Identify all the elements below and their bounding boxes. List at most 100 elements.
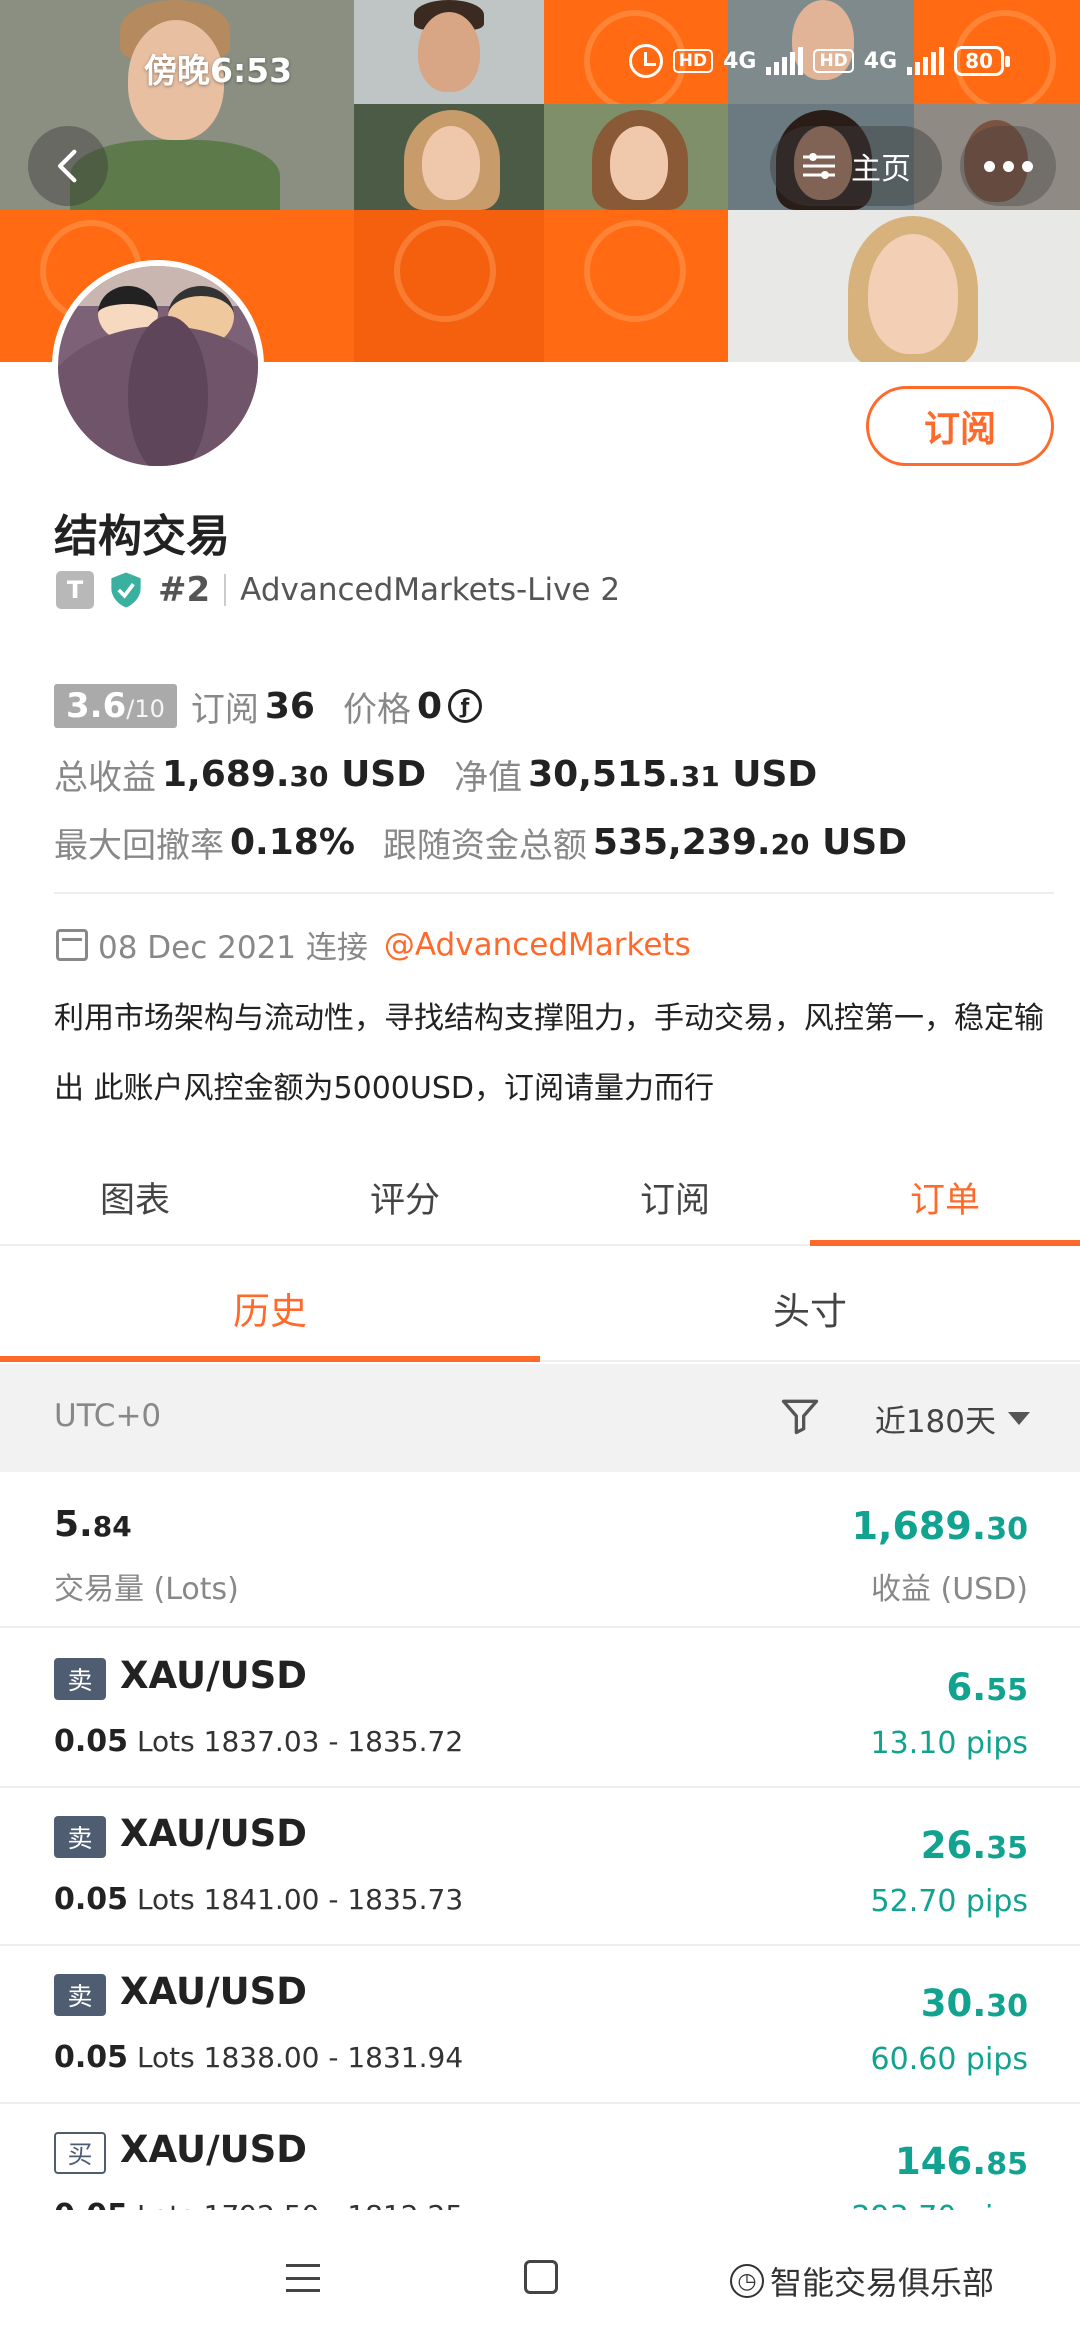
total-profit-label: 收益 (USD) — [870, 1572, 1028, 1607]
stat-line-profit: 总收益 1,689.30 USD 净值 30,515.31 USD — [54, 740, 1044, 808]
banner-tile-orange — [354, 210, 544, 362]
total-profit-value: 1,689.30 USD — [162, 753, 427, 795]
price-label: 价格 — [342, 689, 411, 730]
strategy-name: 结构交易 — [54, 511, 230, 562]
side-badge-sell: 卖 — [54, 1658, 106, 1700]
order-detail: 0.05 Lots 1837.03 - 1835.72 — [54, 1724, 464, 1759]
network-type: 4G — [723, 48, 757, 74]
alarm-icon — [628, 44, 663, 78]
side-badge-sell: 卖 — [54, 1816, 106, 1858]
stat-line-drawdown: 最大回撤率 0.18% 跟随资金总额 535,239.20 USD — [54, 808, 1044, 876]
toggle-list-icon — [803, 153, 835, 179]
list-item[interactable]: 买 XAU/USD 0.05 Lots 1792.50 - 1812.25 14… — [0, 2104, 1080, 2210]
profile-badges: T #2 AdvancedMarkets-Live 2 — [56, 570, 620, 610]
avatar[interactable] — [52, 260, 264, 472]
subscribe-button[interactable]: 订阅 — [866, 386, 1054, 466]
strategy-description: 利用市场架构与流动性，寻找结构支撑阻力，手动交易，风控第一，稳定输出 此账户风控… — [54, 1001, 1044, 1106]
order-symbol: XAU/USD — [120, 1970, 307, 2013]
max-drawdown-label: 最大回撤率 — [54, 825, 224, 866]
tab-orders[interactable]: 订单 — [810, 1150, 1080, 1246]
more-options-button[interactable] — [960, 126, 1056, 206]
total-profit-value: 1,689.30 — [851, 1504, 1028, 1548]
timezone-label: UTC+0 — [54, 1398, 162, 1434]
total-profit-label: 总收益 — [54, 757, 156, 798]
broker-server: AdvancedMarkets-Live 2 — [240, 572, 621, 608]
stat-line-score: 3.6/10 订阅 36 价格 0 ƒ — [54, 672, 1044, 740]
list-item[interactable]: 卖 XAU/USD 0.05 Lots 1837.03 - 1835.72 6.… — [0, 1630, 1080, 1788]
battery-icon: 80 — [954, 46, 1010, 76]
list-item[interactable]: 卖 XAU/USD 0.05 Lots 1838.00 - 1831.94 30… — [0, 1946, 1080, 2104]
stats-block: 3.6/10 订阅 36 价格 0 ƒ 总收益 1,689.30 USD 净值 30… — [54, 672, 1044, 876]
calendar-icon — [56, 928, 88, 961]
status-time: 傍晚6:53 — [144, 51, 293, 90]
max-drawdown-value: 0.18% — [230, 821, 355, 863]
home-button[interactable]: 主页 — [770, 126, 942, 206]
order-symbol: XAU/USD — [120, 1812, 307, 1855]
filter-bar: UTC+0 近180天 — [0, 1364, 1080, 1472]
subscribers-value: 36 — [264, 685, 315, 727]
status-icons: HD 4G HD 4G 80 — [628, 44, 1010, 78]
system-nav-bar: ◷ 智能交易俱乐部 — [0, 2210, 1080, 2340]
club-logo-icon: ◷ — [730, 2264, 764, 2298]
order-symbol: XAU/USD — [120, 1654, 307, 1697]
side-badge-buy: 买 — [54, 2132, 106, 2174]
order-history-list: 卖 XAU/USD 0.05 Lots 1837.03 - 1835.72 6.… — [0, 1630, 1080, 2210]
tab-subscriptions[interactable]: 订阅 — [540, 1150, 810, 1244]
order-symbol: XAU/USD — [120, 2128, 307, 2171]
order-pips: 293.70 pips — [851, 2200, 1028, 2210]
caret-down-icon — [1008, 1412, 1030, 1425]
equity-label: 净值 — [454, 757, 523, 798]
subtab-positions[interactable]: 头寸 — [540, 1256, 1080, 1360]
trader-badge: T — [56, 571, 94, 609]
subscribers-label: 订阅 — [190, 689, 259, 730]
equity-value: 30,515.31 USD — [528, 753, 818, 795]
follow-funds-label: 跟随资金总额 — [382, 825, 587, 866]
signal-icon — [766, 47, 804, 75]
dot-icon — [983, 160, 995, 172]
back-button[interactable] — [28, 126, 108, 206]
period-dropdown[interactable]: 近180天 — [875, 1396, 1030, 1441]
subtab-history[interactable]: 历史 — [0, 1256, 540, 1362]
connect-info: 08 Dec 2021 连接 @AdvancedMarkets — [56, 922, 691, 967]
connect-date: 08 Dec 2021 连接 — [98, 930, 368, 966]
filter-icon[interactable] — [778, 1394, 822, 1438]
home-button-label: 主页 — [851, 152, 911, 187]
follow-funds-value: 535,239.20 USD — [592, 821, 908, 863]
dot-icon — [1002, 160, 1014, 172]
order-detail: 0.05 Lots 1838.00 - 1831.94 — [54, 2040, 464, 2075]
watermark-text: 智能交易俱乐部 — [770, 2264, 995, 2302]
divider — [54, 892, 1054, 894]
order-profit: 26.35 — [920, 1824, 1028, 1867]
total-lots-label: 交易量 (Lots) — [54, 1572, 239, 1607]
main-tabs: 图表 评分 订阅 订单 — [0, 1150, 1080, 1246]
divider — [224, 574, 227, 606]
tab-chart[interactable]: 图表 — [0, 1150, 270, 1244]
network-type: 4G — [863, 48, 898, 74]
total-lots-value: 5.84 — [54, 1504, 132, 1545]
order-subtabs: 历史 头寸 — [0, 1256, 1080, 1362]
history-summary: 5.84 交易量 (Lots) 1,689.30 收益 (USD) — [0, 1472, 1080, 1628]
hd-badge: HD — [813, 49, 854, 73]
broker-mention-link[interactable]: @AdvancedMarkets — [384, 927, 691, 963]
tab-rating[interactable]: 评分 — [270, 1150, 540, 1244]
order-detail: 0.05 Lots 1792.50 - 1812.25 — [54, 2198, 463, 2210]
status-bar: 傍晚6:53 HD 4G HD 4G 80 — [0, 0, 1080, 120]
verified-shield-icon — [111, 572, 141, 608]
price-value: 0 — [416, 685, 443, 727]
order-pips: 13.10 pips — [870, 1726, 1028, 1761]
order-pips: 60.60 pips — [870, 2042, 1028, 2077]
side-badge-sell: 卖 — [54, 1974, 106, 2016]
watermark: ◷ 智能交易俱乐部 — [730, 2258, 994, 2304]
order-pips: 52.70 pips — [870, 1884, 1028, 1919]
banner-photo-woman-5 — [728, 210, 1080, 362]
menu-icon[interactable] — [286, 2264, 320, 2292]
rating-badge: 3.6/10 — [54, 684, 177, 728]
dot-icon — [1021, 160, 1033, 172]
home-square-icon[interactable] — [524, 2260, 558, 2294]
chevron-left-icon — [58, 149, 77, 183]
rank-label: #2 — [158, 570, 211, 610]
list-item[interactable]: 卖 XAU/USD 0.05 Lots 1841.00 - 1835.73 26… — [0, 1788, 1080, 1946]
order-profit: 30.30 — [920, 1982, 1028, 2025]
hd-badge: HD — [672, 49, 714, 73]
order-profit: 146.85 — [894, 2140, 1028, 2183]
